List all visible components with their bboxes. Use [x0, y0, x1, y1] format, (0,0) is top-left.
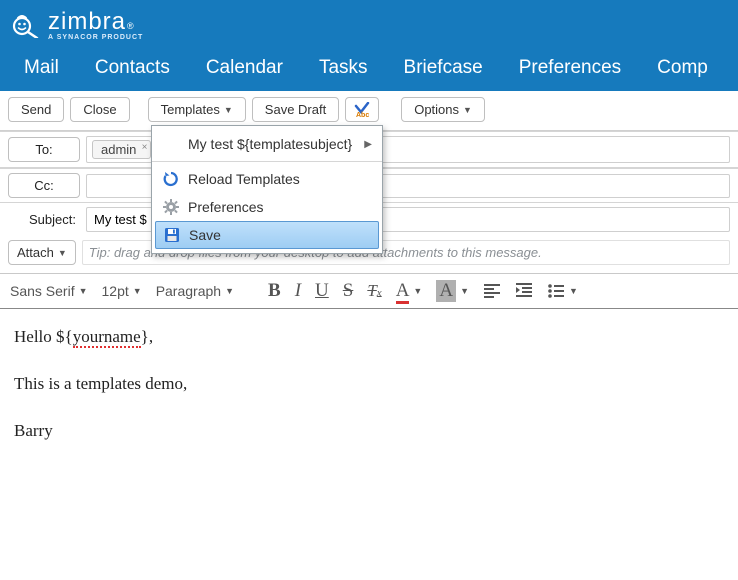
recipient-chip[interactable]: admin×: [92, 140, 151, 159]
tab-briefcase[interactable]: Briefcase: [404, 57, 483, 79]
submenu-arrow-icon: ▶: [364, 139, 372, 150]
spelling-error[interactable]: yourname: [73, 327, 141, 348]
menu-item-reload-templates[interactable]: Reload Templates: [152, 165, 382, 193]
tab-contacts[interactable]: Contacts: [95, 57, 170, 79]
underline-button[interactable]: U: [315, 280, 329, 302]
bullet-list-icon: [547, 283, 565, 299]
highlight-color-button[interactable]: A ▼: [436, 280, 469, 302]
tab-tasks[interactable]: Tasks: [319, 57, 368, 79]
caret-down-icon: ▼: [460, 286, 469, 296]
font-size-select[interactable]: 12pt▼: [102, 283, 142, 299]
save-draft-button[interactable]: Save Draft: [252, 97, 339, 122]
compose-toolbar: Send Close Templates▼ Save Draft Abc Opt…: [0, 91, 738, 131]
caret-down-icon: ▼: [79, 286, 88, 296]
logo: zimbra® A SYNACOR PRODUCT: [10, 8, 728, 47]
cc-button[interactable]: Cc:: [8, 173, 80, 198]
to-button[interactable]: To:: [8, 137, 80, 162]
menu-item-my-test[interactable]: My test ${templatesubject} ▶: [152, 130, 382, 158]
message-body[interactable]: Hello ${yourname}, This is a templates d…: [0, 309, 738, 460]
tab-mail[interactable]: Mail: [24, 57, 59, 79]
svg-text:Abc: Abc: [356, 112, 369, 118]
indent-icon: [515, 282, 533, 298]
indent-button[interactable]: [515, 282, 533, 301]
logo-text: zimbra® A SYNACOR PRODUCT: [48, 8, 143, 41]
align-button[interactable]: [483, 282, 501, 301]
highlight-icon: A: [436, 280, 456, 302]
list-button[interactable]: ▼: [547, 283, 578, 299]
spellcheck-button[interactable]: Abc: [345, 97, 379, 122]
gear-icon: [162, 198, 180, 216]
text-color-button[interactable]: A ▼: [396, 280, 423, 302]
caret-down-icon: ▼: [225, 286, 234, 296]
italic-button[interactable]: I: [295, 280, 301, 302]
clear-format-button[interactable]: Tx: [367, 281, 381, 301]
zimbra-logo-icon: [10, 12, 42, 38]
save-icon: [163, 226, 181, 244]
caret-down-icon: ▼: [463, 105, 472, 115]
close-button[interactable]: Close: [70, 97, 129, 122]
templates-menu: My test ${templatesubject} ▶ Reload Temp…: [151, 125, 383, 254]
format-toolbar: Sans Serif▼ 12pt▼ Paragraph▼ B I U S Tx …: [0, 274, 738, 309]
bold-button[interactable]: B: [268, 280, 281, 302]
caret-down-icon: ▼: [413, 286, 422, 296]
tab-calendar[interactable]: Calendar: [206, 57, 283, 79]
tab-preferences[interactable]: Preferences: [519, 57, 621, 79]
text-color-icon: A: [396, 280, 410, 302]
app-header: zimbra® A SYNACOR PRODUCT Mail Contacts …: [0, 0, 738, 91]
menu-item-save[interactable]: Save: [155, 221, 379, 249]
align-left-icon: [483, 282, 501, 298]
chip-remove-icon[interactable]: ×: [142, 142, 148, 153]
options-button[interactable]: Options▼: [401, 97, 485, 122]
spellcheck-icon: Abc: [354, 102, 370, 118]
strikethrough-button[interactable]: S: [343, 280, 354, 302]
subject-label: Subject:: [8, 212, 80, 227]
caret-down-icon: ▼: [224, 105, 233, 115]
attach-button[interactable]: Attach▼: [8, 240, 76, 265]
paragraph-select[interactable]: Paragraph▼: [156, 283, 234, 299]
body-line-2: This is a templates demo,: [14, 370, 724, 399]
body-signature: Barry: [14, 417, 724, 446]
caret-down-icon: ▼: [133, 286, 142, 296]
tab-compose[interactable]: Comp: [657, 57, 708, 79]
menu-item-preferences[interactable]: Preferences: [152, 193, 382, 221]
main-nav: Mail Contacts Calendar Tasks Briefcase P…: [10, 47, 728, 91]
templates-button[interactable]: Templates▼: [148, 97, 246, 122]
caret-down-icon: ▼: [58, 248, 67, 258]
caret-down-icon: ▼: [569, 286, 578, 296]
reload-icon: [162, 170, 180, 188]
font-family-select[interactable]: Sans Serif▼: [10, 283, 88, 299]
menu-separator: [152, 161, 382, 162]
send-button[interactable]: Send: [8, 97, 64, 122]
body-line-1: Hello ${yourname},: [14, 323, 724, 352]
